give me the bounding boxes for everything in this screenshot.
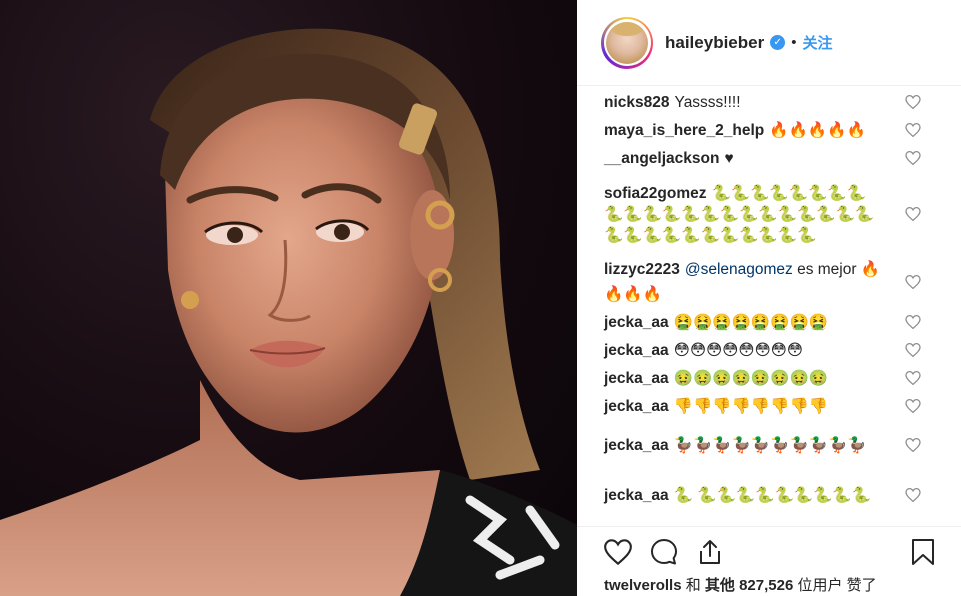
heart-icon[interactable]: [905, 343, 921, 357]
post-actions-bar: [577, 526, 961, 576]
comment-username[interactable]: jecka_aa: [604, 487, 669, 504]
likes-username[interactable]: twelverolls: [604, 577, 682, 594]
comment-item: maya_is_here_2_help 🔥🔥🔥🔥🔥: [604, 116, 961, 144]
comment-username[interactable]: jecka_aa: [604, 370, 669, 387]
post-username[interactable]: haileybieber: [665, 33, 764, 53]
comment-item: jecka_aa 🤮🤮🤮🤮🤮🤮🤮🤮: [604, 308, 961, 336]
likes-others[interactable]: 其他: [705, 577, 735, 594]
avatar-border: [603, 19, 651, 66]
comment-username[interactable]: jecka_aa: [604, 398, 669, 415]
comment-text: 😳😳😳😳😳😳😳😳: [673, 341, 803, 359]
avatar-image: [606, 21, 648, 64]
heart-icon[interactable]: [905, 371, 921, 385]
comment-username[interactable]: jecka_aa: [604, 342, 669, 359]
comment-text: 🤢🤢🤢🤢🤢🤢🤢🤢: [673, 369, 829, 387]
comment-username[interactable]: nicks828: [604, 94, 670, 111]
comment-item: jecka_aa 👎👎👎👎👎👎👎👎: [604, 392, 961, 420]
heart-icon[interactable]: [905, 488, 921, 502]
comment-text: 👎👎👎👎👎👎👎👎: [673, 397, 829, 415]
comment-text: ♥: [724, 149, 734, 167]
comment-item: jecka_aa 😳😳😳😳😳😳😳😳: [604, 336, 961, 364]
likes-suffix: 位用户 赞了: [797, 577, 877, 594]
comment-item: nicks828 Yassss!!!!: [604, 88, 961, 116]
heart-icon[interactable]: [905, 151, 921, 165]
comment-username[interactable]: lizzyc2223: [604, 261, 680, 278]
likes-summary: twelverolls 和 其他 827,526 位用户 赞了: [604, 574, 877, 595]
comment-list[interactable]: nicks828 Yassss!!!! maya_is_here_2_help 🔥🔥…: [577, 88, 961, 526]
comment-item: lizzyc2223 @selenagomez es mejor 🔥🔥🔥🔥: [604, 256, 961, 308]
post-header: haileybieber ✓ • 关注: [577, 0, 961, 86]
heart-icon[interactable]: [905, 438, 921, 452]
comment-text: 🐍 🐍🐍🐍🐍🐍🐍🐍🐍🐍: [673, 486, 871, 504]
comment-username[interactable]: jecka_aa: [604, 314, 669, 331]
heart-icon[interactable]: [905, 207, 921, 221]
comment-username[interactable]: jecka_aa: [604, 437, 669, 454]
heart-icon[interactable]: [905, 315, 921, 329]
heart-icon[interactable]: [905, 95, 921, 109]
heart-icon[interactable]: [603, 537, 633, 567]
comment-username[interactable]: maya_is_here_2_help: [604, 122, 764, 139]
comment-item: jecka_aa 🦆🦆🦆🦆🦆🦆🦆🦆🦆🦆: [604, 420, 961, 470]
comment-text: 🔥🔥🔥🔥🔥: [769, 121, 866, 139]
comment-text: 🦆🦆🦆🦆🦆🦆🦆🦆🦆🦆: [673, 436, 867, 454]
comment-item: jecka_aa 🤢🤢🤢🤢🤢🤢🤢🤢: [604, 364, 961, 392]
post-sidebar: haileybieber ✓ • 关注 nicks828 Yassss!!!! m…: [577, 0, 961, 596]
comment-item: sofia22gomez 🐍🐍🐍🐍🐍🐍🐍🐍🐍🐍🐍🐍🐍🐍🐍🐍🐍🐍🐍🐍🐍🐍🐍🐍🐍🐍🐍🐍…: [604, 172, 961, 256]
comment-text: Yassss!!!!: [674, 93, 741, 111]
avatar[interactable]: [601, 16, 653, 69]
comment-mention[interactable]: @selenagomez: [685, 261, 793, 278]
verified-badge-icon: ✓: [770, 35, 786, 50]
likes-count[interactable]: 827,526: [739, 577, 793, 594]
comment-username[interactable]: __angeljackson: [604, 150, 719, 167]
heart-icon[interactable]: [905, 399, 921, 413]
comment-item: jecka_aa 🐍 🐍🐍🐍🐍🐍🐍🐍🐍🐍: [604, 470, 961, 520]
bookmark-icon[interactable]: [909, 537, 937, 567]
comment-item: __angeljackson ♥: [604, 144, 961, 172]
portrait-image: [0, 28, 577, 596]
heart-icon[interactable]: [905, 123, 921, 137]
comment-username[interactable]: sofia22gomez: [604, 185, 707, 202]
post-photo[interactable]: [0, 0, 577, 596]
comment-icon[interactable]: [649, 537, 679, 567]
comment-text: 🤮🤮🤮🤮🤮🤮🤮🤮: [673, 313, 829, 331]
share-icon[interactable]: [695, 537, 725, 567]
follow-button[interactable]: 关注: [802, 32, 832, 53]
likes-and: 和: [685, 577, 701, 594]
separator-dot: •: [791, 34, 797, 51]
heart-icon[interactable]: [905, 275, 921, 289]
